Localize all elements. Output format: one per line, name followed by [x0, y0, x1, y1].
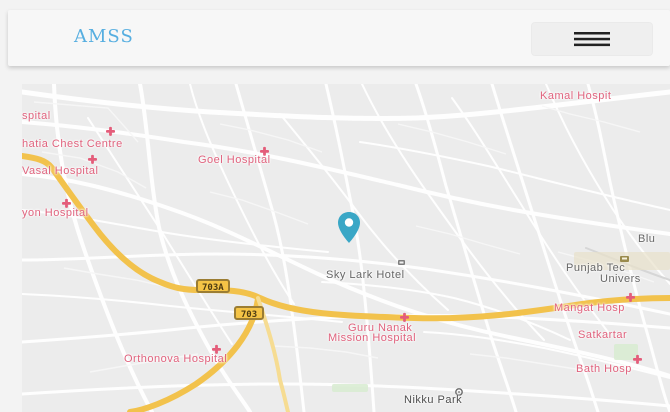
map-label-orthonova-hospital[interactable]: Orthonova Hospital: [124, 354, 227, 365]
brand-logo[interactable]: AMSS: [74, 26, 134, 47]
map-label-bath-hospital[interactable]: Bath Hosp: [576, 364, 632, 375]
map-label-nikku-park[interactable]: Nikku Park: [404, 395, 462, 406]
map-canvas: [22, 84, 670, 412]
map-label-hospital-fragment[interactable]: spital: [22, 111, 51, 122]
map-view[interactable]: Kamal Hospit spital hatia Chest Centre G…: [22, 84, 670, 412]
location-pin-icon[interactable]: [334, 210, 364, 246]
map-label-mangat-hospital[interactable]: Mangat Hosp: [554, 303, 625, 314]
map-label-chest-centre[interactable]: hatia Chest Centre: [22, 139, 123, 150]
hamburger-icon: [574, 32, 610, 47]
map-label-sky-lark-hotel[interactable]: Sky Lark Hotel: [326, 270, 405, 281]
map-label-goel-hospital[interactable]: Goel Hospital: [198, 155, 271, 166]
map-label-vasal-hospital[interactable]: Vasal Hospital: [22, 166, 99, 177]
map-label-satkartar[interactable]: Satkartar: [578, 330, 627, 341]
map-label-yon-hospital[interactable]: yon Hospital: [22, 208, 89, 219]
map-label-university[interactable]: Univers: [600, 274, 641, 285]
map-label-kamal-hospital[interactable]: Kamal Hospit: [540, 91, 611, 102]
route-shield-703: 703: [234, 306, 264, 320]
app-screen: AMSS Kamal Hospit spital hatia Chest Cen…: [0, 0, 670, 412]
top-navbar: AMSS: [8, 10, 670, 66]
map-label-mission-hospital[interactable]: Mission Hospital: [328, 333, 416, 344]
map-label-blue-fragment[interactable]: Blu: [638, 234, 655, 245]
route-shield-703a: 703A: [196, 279, 230, 293]
menu-button[interactable]: [531, 22, 653, 56]
